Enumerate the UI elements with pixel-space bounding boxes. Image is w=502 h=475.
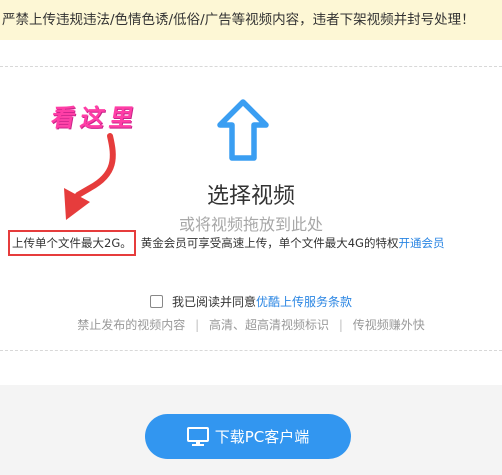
agreement-row: 我已阅读并同意 优酷上传服务条款 bbox=[0, 293, 502, 310]
warning-text: 严禁上传违规违法/色情色诱/低俗/广告等视频内容，违者下架视频并封号处理！ bbox=[2, 12, 475, 28]
rules-separator: | bbox=[338, 318, 343, 332]
upload-area-top-border bbox=[0, 66, 502, 67]
rule-link-earn-money[interactable]: 传视频赚外快 bbox=[353, 318, 425, 332]
rules-separator: | bbox=[195, 318, 200, 332]
upload-limit-info: 上传单个文件最大2G。 黄金会员可享受高速上传，单个文件最大4G的特权 开通会员 bbox=[8, 230, 502, 256]
download-pc-client-button[interactable]: 下载PC客户端 bbox=[145, 414, 351, 459]
upload-arrow-icon[interactable] bbox=[215, 97, 271, 163]
upload-area-bottom-border bbox=[0, 350, 502, 351]
rule-link-prohibited-content[interactable]: 禁止发布的视频内容 bbox=[77, 318, 185, 332]
rules-links: 禁止发布的视频内容 | 高清、超高清视频标识 | 传视频赚外快 bbox=[0, 316, 502, 333]
agreement-prefix: 我已阅读并同意 bbox=[171, 295, 256, 309]
rule-link-hd-badge[interactable]: 高清、超高清视频标识 bbox=[209, 318, 329, 332]
size-limit-highlight: 上传单个文件最大2G。 bbox=[8, 230, 136, 256]
service-terms-link[interactable]: 优酷上传服务条款 bbox=[256, 293, 352, 310]
annotation-arrow-icon bbox=[64, 133, 116, 220]
warning-banner: 严禁上传违规违法/色情色诱/低俗/广告等视频内容，违者下架视频并封号处理！ bbox=[0, 0, 502, 40]
member-benefit-text: 黄金会员可享受高速上传，单个文件最大4G的特权 bbox=[140, 236, 399, 250]
monitor-icon bbox=[186, 426, 209, 446]
download-button-label: 下载PC客户端 bbox=[214, 428, 310, 446]
open-membership-link[interactable]: 开通会员 bbox=[398, 235, 444, 251]
annotation-label: 看这里 bbox=[49, 103, 142, 132]
agreement-checkbox[interactable] bbox=[149, 295, 163, 308]
